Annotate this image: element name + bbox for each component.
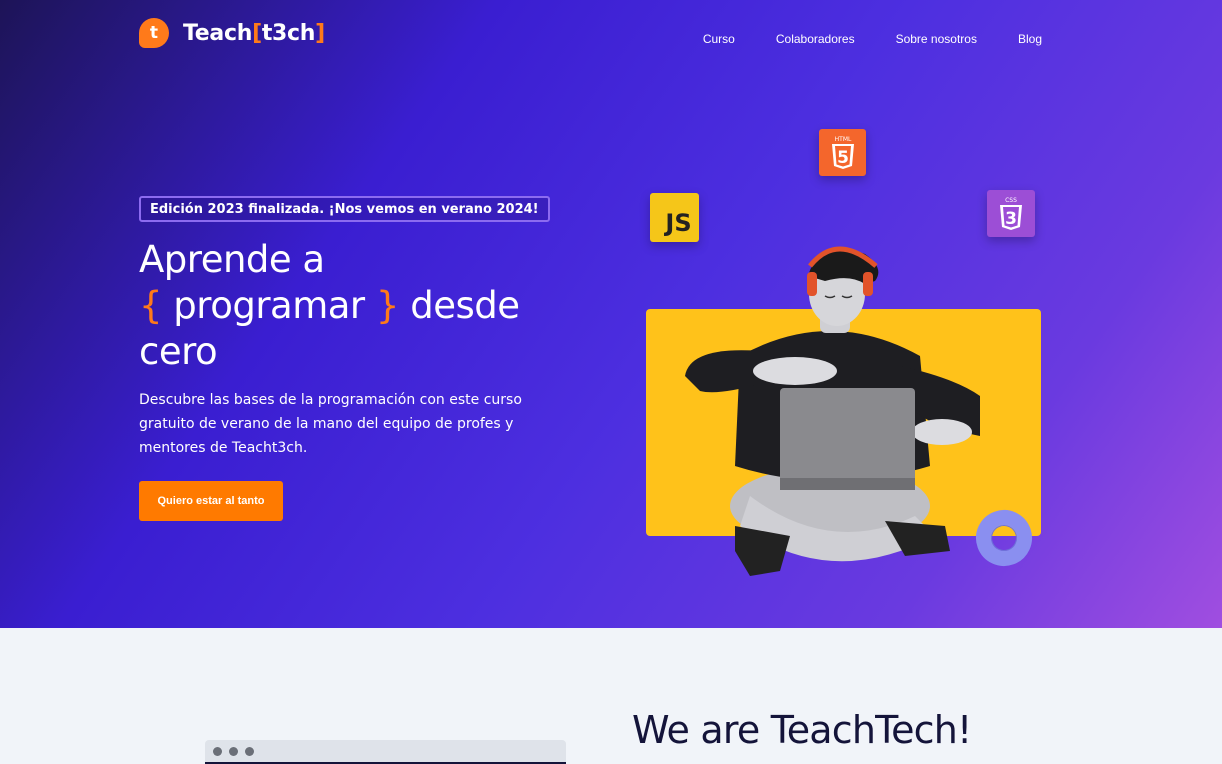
headline-rest: desde	[398, 284, 520, 327]
logo-text: Teach[t3ch]	[183, 21, 325, 46]
nav-sobre-nosotros[interactable]: Sobre nosotros	[896, 32, 977, 46]
edition-badge: Edición 2023 finalizada. ¡Nos vemos en v…	[139, 196, 550, 222]
headline-curly-open: {	[139, 284, 163, 327]
browser-window-mockup	[205, 740, 566, 764]
hero-section: t Teach[t3ch] Curso Colaboradores Sobre …	[0, 0, 1222, 628]
window-dot-icon	[213, 747, 222, 756]
logo-text-part1: Teach	[183, 20, 253, 46]
css3-caption: CSS	[1005, 197, 1017, 204]
logo-bracket-open: [	[252, 20, 262, 46]
html5-icon: HTML 5	[819, 129, 866, 176]
coder-illustration	[685, 246, 980, 576]
logo-mark-icon: t	[139, 18, 169, 48]
headline-line3: cero	[139, 330, 218, 373]
logo-bracket-close: ]	[315, 20, 325, 46]
logo-text-part2: t3ch	[261, 20, 316, 46]
about-section	[0, 628, 1222, 764]
html5-number: 5	[837, 148, 849, 168]
headline-line1: Aprende a	[139, 238, 325, 281]
logo-mark-letter: t	[149, 23, 159, 43]
headline-highlight: programar	[162, 284, 376, 327]
window-dot-icon	[229, 747, 238, 756]
about-title: We are TeachTech!	[632, 708, 972, 752]
css3-number: 3	[1005, 209, 1017, 229]
javascript-icon-label: JS	[665, 208, 692, 237]
html5-caption: HTML	[834, 136, 851, 143]
nav-curso[interactable]: Curso	[703, 32, 735, 46]
nav-blog[interactable]: Blog	[1018, 32, 1042, 46]
window-dot-icon	[245, 747, 254, 756]
hero-headline: Aprende a { programar } desde cero	[139, 237, 559, 375]
javascript-icon: JS	[650, 193, 699, 242]
main-nav: Curso Colaboradores Sobre nosotros Blog	[703, 32, 1042, 46]
css3-icon: CSS 3	[987, 190, 1035, 237]
hero-description: Descubre las bases de la programación co…	[139, 392, 522, 456]
logo[interactable]: t Teach[t3ch]	[139, 18, 325, 48]
notify-me-button[interactable]: Quiero estar al tanto	[139, 481, 283, 521]
headline-curly-close: }	[375, 284, 400, 327]
nav-colaboradores[interactable]: Colaboradores	[776, 32, 855, 46]
